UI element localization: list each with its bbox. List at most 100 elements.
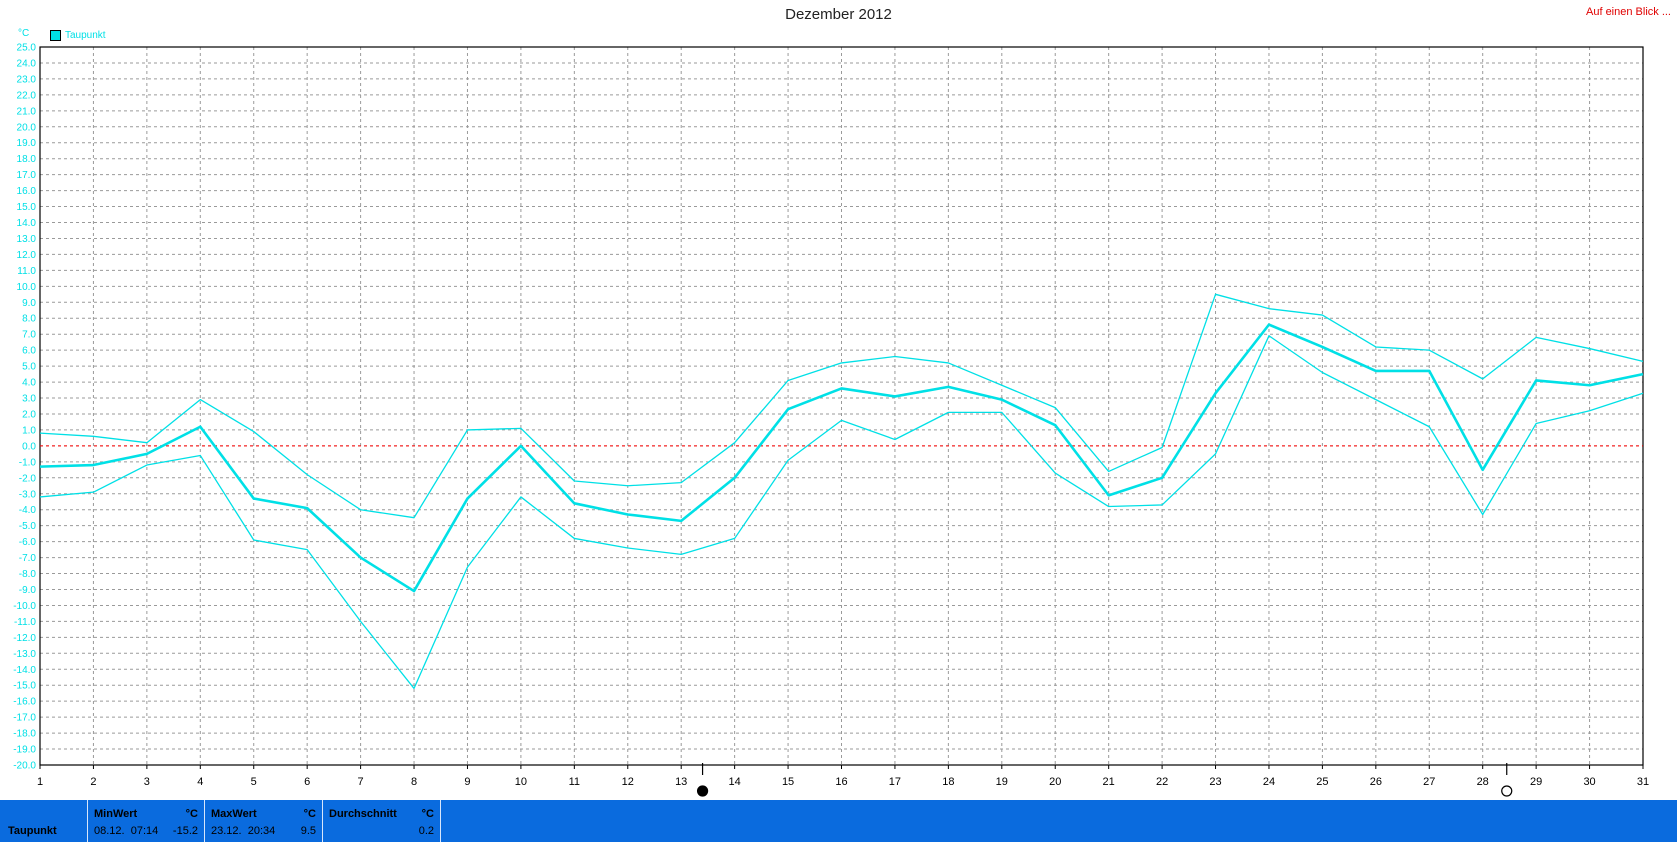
x-tick-label: 1 [37,776,43,788]
y-tick-label: -19.0 [13,745,36,756]
y-tick-label: -6.0 [19,537,37,548]
chart-title: Dezember 2012 [785,6,892,23]
average-unit: °C [421,808,434,820]
x-tick-label: 22 [1156,776,1168,788]
y-tick-label: -1.0 [19,457,37,468]
y-tick-label: 15.0 [17,202,37,213]
y-tick-label: -14.0 [13,665,36,676]
max-unit: °C [303,808,316,820]
y-tick-label: 5.0 [22,362,36,373]
legend-label: Taupunkt [65,30,106,41]
dewpoint-chart: -20.0 -19.0 -18.0 -17.0 -16.0 -15.0 -14.0 -13.0… [13,43,1649,797]
y-tick-label: 18.0 [17,154,37,165]
max-date: 23.12. [211,825,242,837]
series-line-max [39,293,1644,519]
y-tick-label: 9.0 [22,298,36,309]
y-tick-label: 23.0 [17,74,37,85]
y-tick-label: -2.0 [19,473,37,484]
x-tick-label: 16 [835,776,847,788]
x-tick-label: 21 [1103,776,1115,788]
max-time: 20:34 [247,825,276,837]
legend-swatch [50,30,61,41]
x-tick-label: 27 [1423,776,1435,788]
x-axis-ticks: 1 2 3 4 5 6 7 8 9 10 11 12 13 14 15 16 17 18 19 20 21 22 23 24 2… [37,765,1649,788]
y-tick-label: -15.0 [13,681,36,692]
overview-link[interactable]: Auf einen Blick ... [1586,6,1671,18]
plot-frame [39,46,1644,766]
y-tick-label: 25.0 [17,43,37,54]
x-tick-label: 14 [729,776,741,788]
min-date: 08.12. [94,825,125,837]
y-tick-label: 1.0 [22,425,36,436]
x-tick-label: 28 [1477,776,1489,788]
x-tick-label: 6 [304,776,310,788]
x-tick-label: 17 [889,776,901,788]
min-header: MinWert [94,808,138,820]
x-tick-label: 9 [464,776,470,788]
x-tick-label: 8 [411,776,417,788]
x-tick-label: 31 [1637,776,1649,788]
y-tick-label: -8.0 [19,569,37,580]
min-unit: °C [185,808,198,820]
x-tick-label: 26 [1370,776,1382,788]
y-tick-label: 21.0 [17,106,37,117]
y-tick-label: -18.0 [13,729,36,740]
y-tick-label: -13.0 [13,649,36,660]
x-tick-label: 11 [569,776,580,788]
y-tick-label: -12.0 [13,633,36,644]
summary-row-label: Taupunkt [8,825,57,837]
max-value-cell: MaxWert °C 23.12. 20:34 9.5 [205,800,323,842]
y-tick-label: 2.0 [22,409,36,420]
y-tick-label: -3.0 [19,489,37,500]
y-tick-label: -9.0 [19,585,37,596]
x-tick-label: 5 [251,776,257,788]
x-tick-label: 19 [996,776,1008,788]
max-timestamp: 23.12. 20:34 [211,825,275,837]
summary-row-label-cell: Taupunkt [0,800,88,842]
y-tick-label: 20.0 [17,122,37,133]
y-tick-label: -16.0 [13,697,36,708]
average-value: 0.2 [418,825,434,837]
y-tick-label: 12.0 [17,250,37,261]
y-axis-ticks: -20.0 -19.0 -18.0 -17.0 -16.0 -15.0 -14.0 -13.0… [13,43,36,772]
grid [39,46,1644,766]
y-tick-label: 14.0 [17,218,37,229]
y-tick-label: -20.0 [13,761,36,772]
y-tick-label: 17.0 [17,170,37,181]
max-header: MaxWert [211,808,257,820]
min-value-cell: MinWert °C 08.12. 07:14 -15.2 [88,800,205,842]
x-tick-label: 13 [675,776,687,788]
y-tick-label: -7.0 [19,553,37,564]
x-tick-label: 10 [515,776,527,788]
y-tick-label: 11.0 [17,266,36,277]
x-tick-label: 25 [1316,776,1328,788]
y-tick-label: -11.0 [14,617,36,628]
x-tick-label: 4 [197,776,203,788]
x-tick-label: 24 [1263,776,1275,788]
x-tick-label: 23 [1209,776,1221,788]
y-tick-label: -5.0 [19,521,37,532]
y-tick-label: -10.0 [13,601,36,612]
y-tick-label: 13.0 [17,234,37,245]
y-tick-label: 19.0 [17,138,37,149]
x-tick-label: 7 [358,776,364,788]
y-tick-label: 4.0 [22,378,36,389]
x-tick-label: 15 [782,776,794,788]
full-moon-icon [1501,785,1513,797]
min-value: -15.2 [172,825,198,837]
y-tick-label: 16.0 [17,186,37,197]
min-timestamp: 08.12. 07:14 [94,825,158,837]
average-header: Durchschnitt [329,808,397,820]
y-tick-label: 6.0 [22,346,36,357]
x-tick-label: 18 [942,776,954,788]
x-tick-label: 30 [1583,776,1595,788]
x-tick-label: 2 [90,776,96,788]
summary-bar: Taupunkt MinWert °C 08.12. 07:14 -15.2 M… [0,800,1677,842]
legend: Taupunkt [50,30,106,41]
x-tick-label: 20 [1049,776,1061,788]
y-tick-label: 10.0 [17,282,37,293]
x-tick-label: 29 [1530,776,1542,788]
new-moon-icon [696,785,709,797]
min-time: 07:14 [130,825,159,837]
y-tick-label: 8.0 [22,314,36,325]
